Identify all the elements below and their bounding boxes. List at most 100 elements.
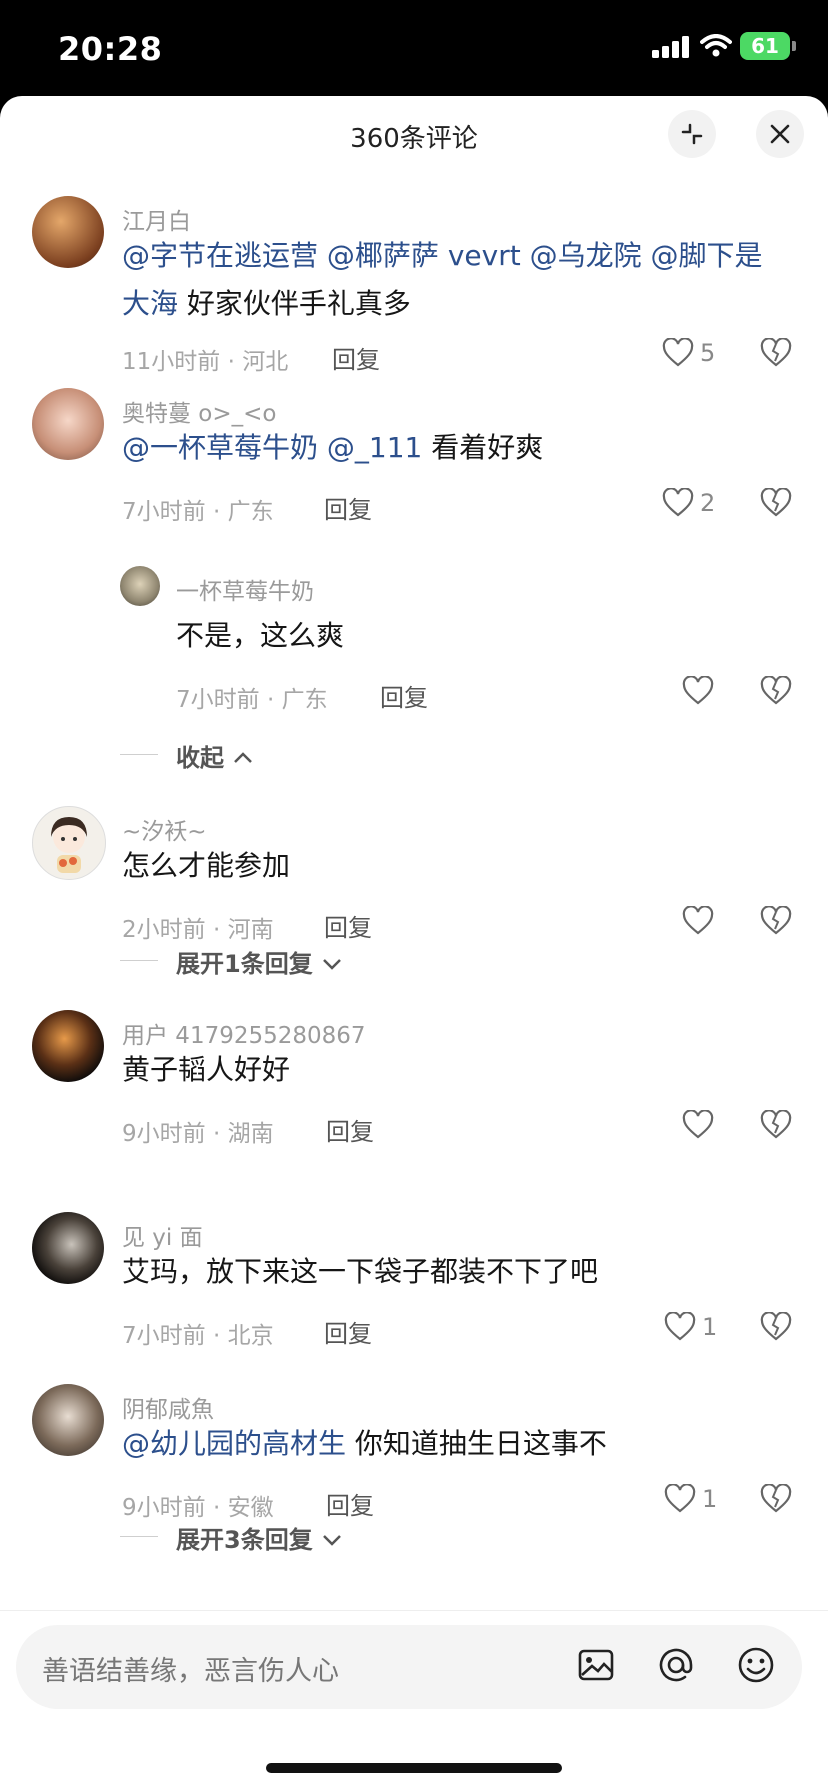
comment-meta: 11小时前 · 河北 <box>122 349 289 375</box>
comment-username[interactable]: 江月白 <box>122 202 191 236</box>
avatar[interactable] <box>32 806 106 880</box>
emoji-button[interactable] <box>736 1645 776 1689</box>
comment-username[interactable]: 奥特蔓 o>_<o <box>122 394 277 428</box>
comment-username[interactable]: ~汐袄~ <box>122 812 207 846</box>
like-count: 1 <box>702 1485 718 1513</box>
comment-meta: 9小时前 · 安徽 <box>122 1495 274 1521</box>
close-icon <box>770 124 790 144</box>
like-button[interactable]: 2 <box>662 488 715 518</box>
cartoon-avatar-image <box>51 817 87 873</box>
mention-button[interactable] <box>656 1645 696 1689</box>
comment-text: 艾玛，放下来这一下袋子都装不下了吧 <box>122 1248 782 1296</box>
like-button[interactable]: 1 <box>664 1484 717 1514</box>
user-mention-link[interactable]: @乌龙院 <box>530 239 642 272</box>
like-button[interactable] <box>682 1110 714 1140</box>
comment-meta: 7小时前 · 北京 <box>122 1323 274 1349</box>
comment-text-segment <box>318 431 327 464</box>
like-count: 5 <box>700 339 716 367</box>
comment-text-segment: 怎么才能参加 <box>122 849 291 882</box>
wifi-icon <box>700 34 732 57</box>
user-mention-link[interactable]: @椰萨萨 vevrt <box>327 239 521 272</box>
dislike-button[interactable] <box>760 1483 792 1518</box>
heart-icon <box>662 488 694 517</box>
broken-heart-icon <box>760 1483 792 1513</box>
expand-replies-button[interactable]: 展开3条回复 <box>176 1520 343 1555</box>
comment-text-segment <box>642 239 651 272</box>
reply-button[interactable]: 回复 <box>324 1314 372 1349</box>
home-indicator <box>266 1763 562 1773</box>
avatar[interactable] <box>32 1384 104 1456</box>
toggle-divider <box>120 1536 158 1537</box>
toggle-divider <box>120 960 158 961</box>
comment-text: @一杯草莓牛奶 @_111 看着好爽 <box>122 424 782 472</box>
expand-label: 展开1条回复 <box>176 950 313 978</box>
comment-text: 不是，这么爽 <box>176 612 776 660</box>
avatar[interactable] <box>32 1010 104 1082</box>
comment-text-segment: 艾玛，放下来这一下袋子都装不下了吧 <box>122 1255 599 1288</box>
collapse-replies-button[interactable]: 收起 <box>176 738 254 773</box>
like-button[interactable] <box>682 676 714 706</box>
heart-icon <box>682 906 714 935</box>
heart-icon <box>682 1110 714 1139</box>
comment-username[interactable]: 阴郁咸魚 <box>122 1390 214 1424</box>
comment-text-segment: 黄子韬人好好 <box>122 1053 291 1086</box>
battery-level: 61 <box>751 34 779 58</box>
comment-username[interactable]: 见 yi 面 <box>122 1218 203 1252</box>
comment-input-bar: 善语结善缘，恶言伤人心 <box>0 1610 828 1792</box>
sheet-header: 360条评论 <box>0 96 828 176</box>
avatar[interactable] <box>32 1212 104 1284</box>
user-mention-link[interactable]: @_111 <box>327 431 422 464</box>
comment-input[interactable]: 善语结善缘，恶言伤人心 <box>16 1625 802 1709</box>
image-button[interactable] <box>576 1645 616 1689</box>
avatar[interactable] <box>32 196 104 268</box>
comment-meta: 7小时前 · 广东 <box>176 687 328 713</box>
dislike-button[interactable] <box>760 337 792 372</box>
like-button[interactable]: 1 <box>664 1312 717 1342</box>
like-button[interactable] <box>682 906 714 936</box>
reply-button[interactable]: 回复 <box>332 340 380 375</box>
dislike-button[interactable] <box>760 675 792 710</box>
user-mention-link[interactable]: @字节在逃运营 <box>122 239 318 272</box>
broken-heart-icon <box>760 675 792 705</box>
chevron-down-icon <box>323 959 341 970</box>
like-button[interactable]: 5 <box>662 338 715 368</box>
reply-button[interactable]: 回复 <box>324 908 372 943</box>
reply-button[interactable]: 回复 <box>326 1486 374 1521</box>
reply-button[interactable]: 回复 <box>380 678 428 713</box>
collapse-label: 收起 <box>176 744 224 772</box>
comment-text: 怎么才能参加 <box>122 842 782 890</box>
collapse-button[interactable] <box>668 110 716 158</box>
dislike-button[interactable] <box>760 1109 792 1144</box>
comment-text-segment <box>521 239 530 272</box>
close-button[interactable] <box>756 110 804 158</box>
heart-icon <box>682 676 714 705</box>
heart-icon <box>664 1484 696 1513</box>
user-mention-link[interactable]: @一杯草莓牛奶 <box>122 431 318 464</box>
chevron-down-icon <box>323 1535 341 1546</box>
comment-meta: 2小时前 · 河南 <box>122 917 274 943</box>
comments-sheet: 360条评论 江月白 @字节在逃运营 @椰萨萨 vevrt @乌龙院 @脚下是大… <box>0 96 828 1792</box>
user-mention-link[interactable]: @幼儿园的高材生 <box>122 1427 346 1460</box>
avatar[interactable] <box>32 388 104 460</box>
battery-tip <box>792 41 796 51</box>
expand-replies-button[interactable]: 展开1条回复 <box>176 944 343 979</box>
dislike-button[interactable] <box>760 487 792 522</box>
comment-meta: 9小时前 · 湖南 <box>122 1121 274 1147</box>
dislike-button[interactable] <box>760 905 792 940</box>
comment-text-segment: 不是，这么爽 <box>176 619 345 652</box>
collapse-icon <box>681 123 703 145</box>
like-count: 1 <box>702 1313 718 1341</box>
comment-username[interactable]: 用户 4179255280867 <box>122 1016 366 1050</box>
reply-button[interactable]: 回复 <box>324 490 372 525</box>
cellular-signal-icon <box>652 36 689 58</box>
expand-label: 展开3条回复 <box>176 1526 313 1554</box>
comment-text-segment: 你知道抽生日这事不 <box>346 1427 607 1460</box>
dislike-button[interactable] <box>760 1311 792 1346</box>
comment-text: @幼儿园的高材生 你知道抽生日这事不 <box>122 1420 782 1468</box>
reply-button[interactable]: 回复 <box>326 1112 374 1147</box>
heart-icon <box>664 1312 696 1341</box>
status-time: 20:28 <box>58 30 163 68</box>
comment-username[interactable]: 一杯草莓牛奶 <box>176 572 314 606</box>
comment-text-segment <box>318 239 327 272</box>
avatar[interactable] <box>120 566 160 606</box>
